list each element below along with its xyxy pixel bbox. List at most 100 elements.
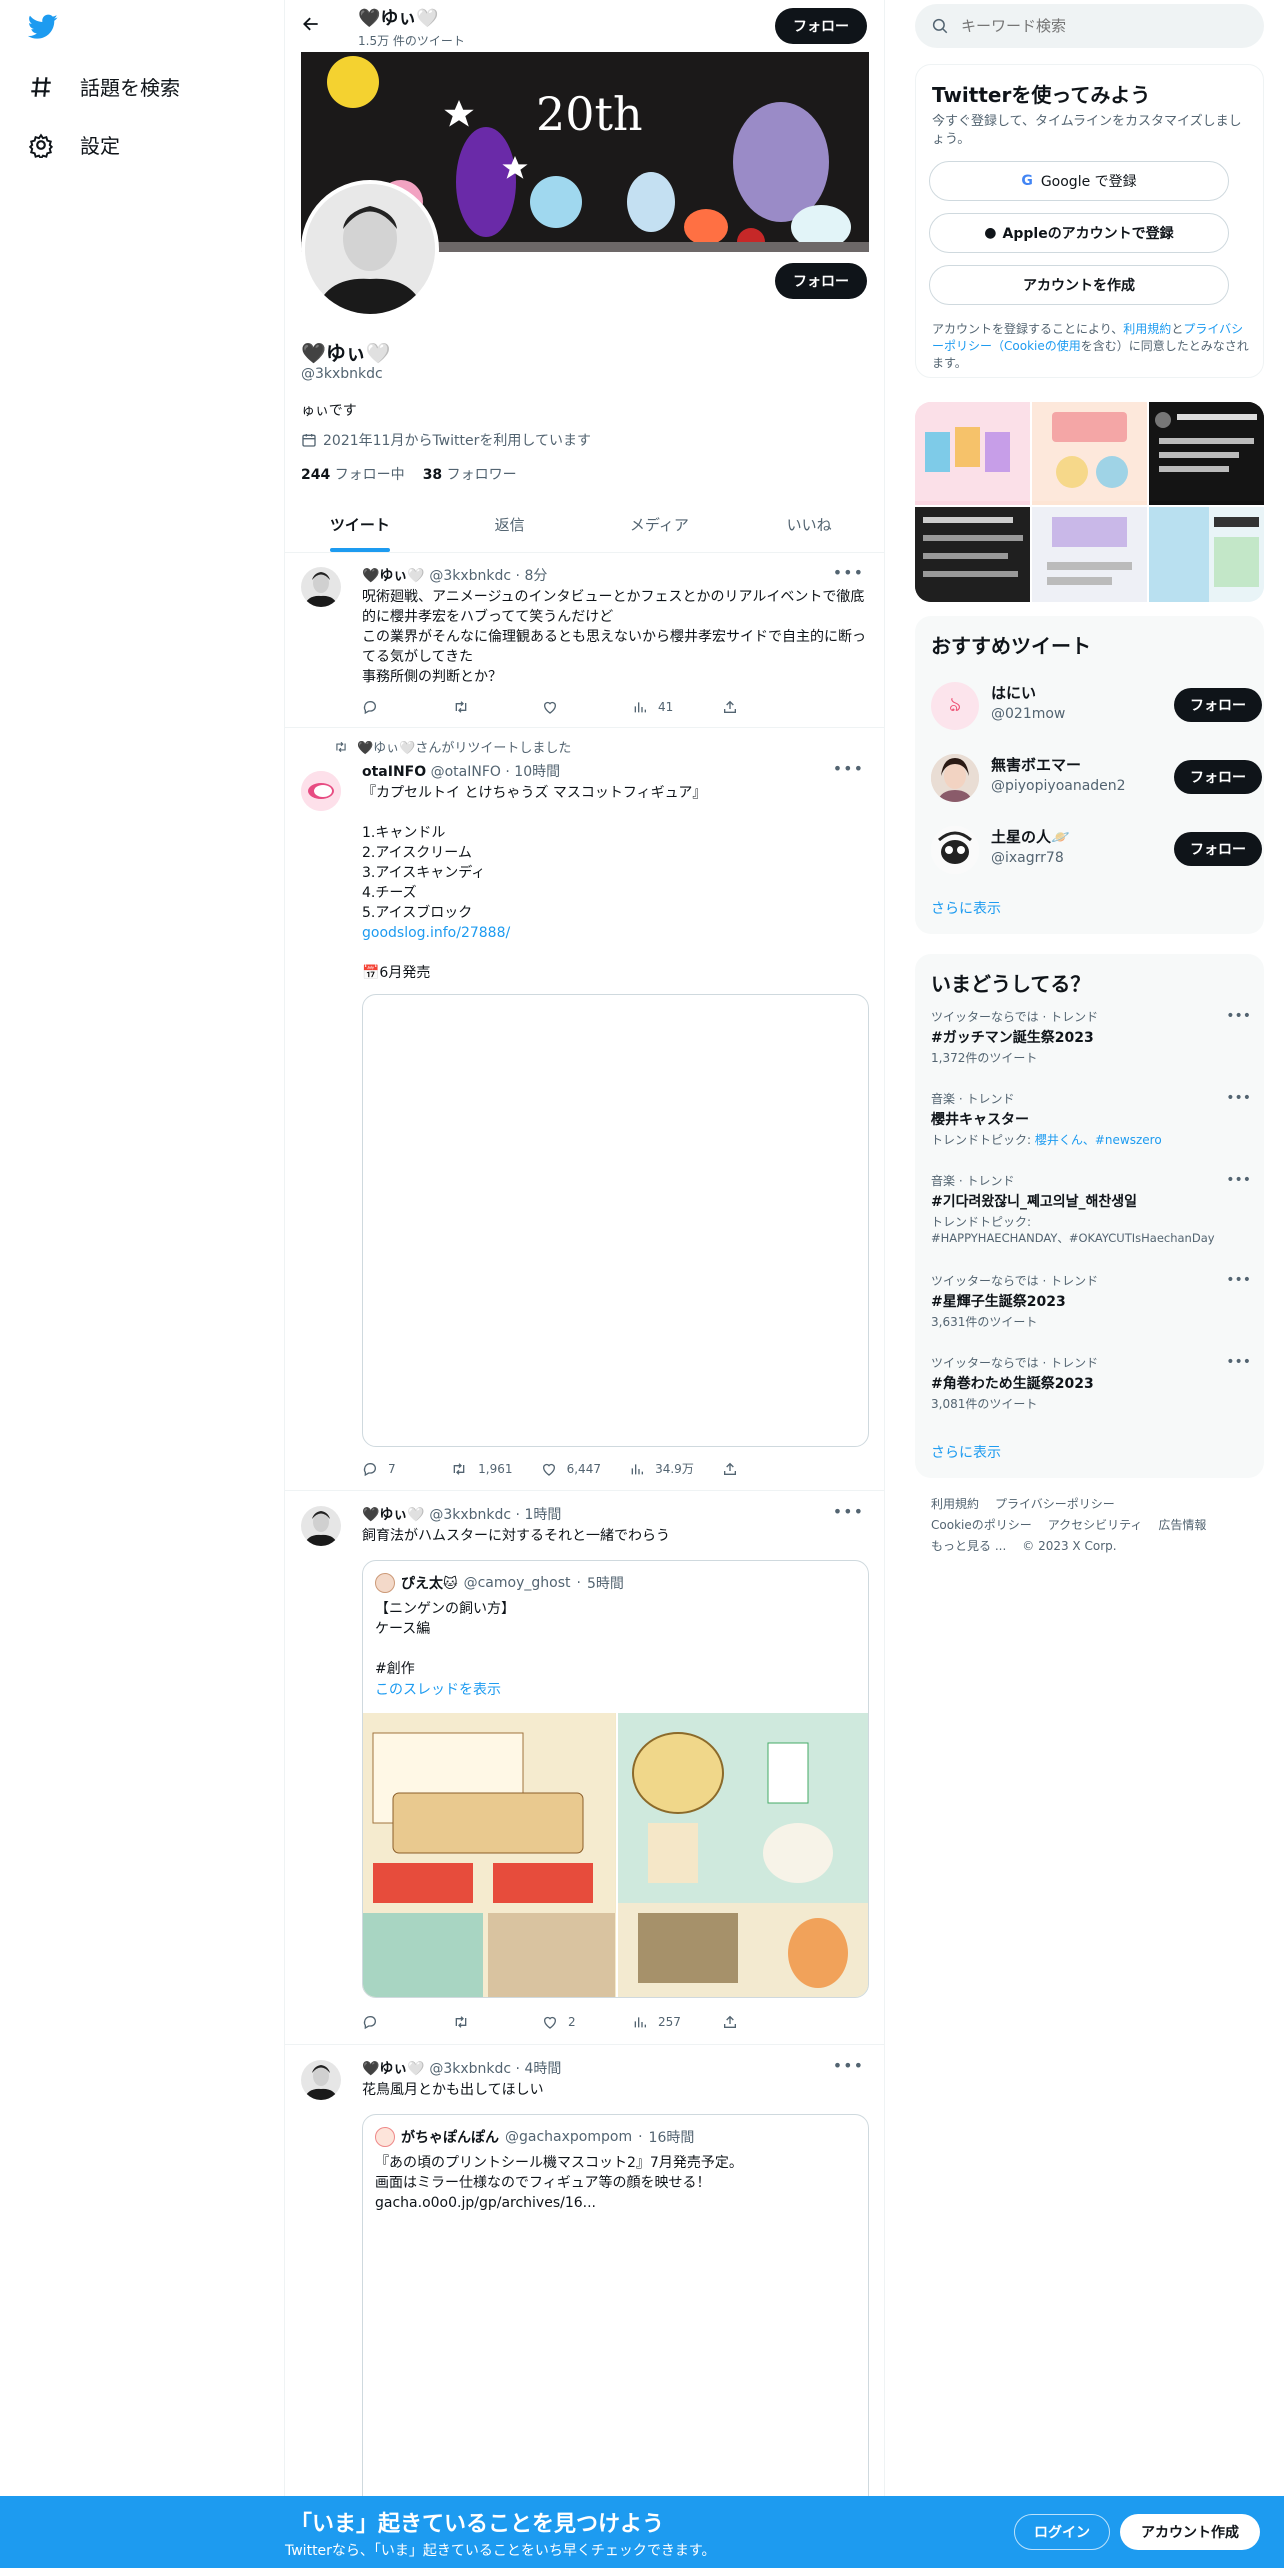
tweet-author-name[interactable]: 🖤ゆぃ🤍 <box>362 568 425 584</box>
login-button[interactable]: ログイン <box>1014 2514 1110 2550</box>
twitter-logo-icon[interactable] <box>27 14 58 44</box>
tab-replies[interactable]: 返信 <box>435 499 585 552</box>
trend-topic-link[interactable]: 櫻井くん、#newszero <box>1035 1133 1162 1147</box>
like-button[interactable]: 6,447 <box>541 1460 601 1477</box>
tweet-time[interactable]: 8分 <box>524 568 547 584</box>
more-options-icon[interactable]: ••• <box>833 2056 864 2075</box>
tweet[interactable]: 🖤ゆぃ🤍 @3kxbnkdc · 1時間 ••• 飼育法がハムスターに対するそれ… <box>285 1492 884 2045</box>
tweet[interactable]: 🖤ゆぃ🤍 @3kxbnkdc · 8分 ••• 呪術廻戦、アニメージュのインタビ… <box>285 553 884 728</box>
show-thread-link[interactable]: このスレッドを表示 <box>375 1679 501 1699</box>
tab-media[interactable]: メディア <box>585 499 735 552</box>
trend-item[interactable]: ツイッターならでは · トレンド #角巻わため生誕祭2023 3,081件のツイ… <box>931 1354 1251 1412</box>
like-button[interactable]: 2 <box>542 2014 602 2030</box>
apple-signup-button[interactable]: ● Appleのアカウントで登録 <box>929 213 1229 253</box>
quoted-tweet[interactable]: ぴえ太🐱 @camoy_ghost · 5時間 【ニンゲンの飼い方】 ケース編 #… <box>362 1560 869 1998</box>
tweet-author-handle[interactable]: @otaINFO <box>431 764 501 780</box>
tweet-avatar[interactable] <box>301 567 341 607</box>
trend-item[interactable]: 音楽 · トレンド 櫻井キャスター トレンドトピック: 櫻井くん、#newsze… <box>931 1090 1251 1148</box>
trend-item[interactable]: ツイッターならでは · トレンド #星輝子生誕祭2023 3,631件のツイート… <box>931 1272 1251 1330</box>
trend-more-icon[interactable]: ••• <box>1226 1090 1251 1106</box>
tweet-avatar[interactable] <box>301 1506 341 1546</box>
reply-button[interactable]: 7 <box>362 1460 422 1477</box>
signup-button[interactable]: アカウント作成 <box>1120 2514 1260 2550</box>
tweet[interactable]: 🖤ゆぃ🤍さんがリツイートしました otaINFO @otaINFO · 10時間… <box>285 729 884 1491</box>
followers-link[interactable]: 38 フォロワー <box>423 464 517 484</box>
recommended-follow-button[interactable]: フォロー <box>1174 760 1262 794</box>
footer-link[interactable]: もっと見る ... <box>931 1536 1006 1557</box>
tweet-author-name[interactable]: otaINFO <box>362 764 426 780</box>
quoted-image-1[interactable] <box>363 1713 616 1997</box>
reply-button[interactable] <box>362 2014 422 2030</box>
create-account-button[interactable]: アカウントを作成 <box>929 265 1229 305</box>
views-button[interactable]: 34.9万 <box>629 1460 694 1477</box>
like-button[interactable] <box>542 699 602 715</box>
retweet-button[interactable] <box>452 699 512 715</box>
following-link[interactable]: 244 フォロー中 <box>301 464 405 484</box>
media-thumb[interactable] <box>1149 507 1264 602</box>
search-input[interactable] <box>961 17 1241 35</box>
share-button[interactable] <box>722 2014 782 2030</box>
more-options-icon[interactable]: ••• <box>833 759 864 778</box>
footer-link[interactable]: アクセシビリティ <box>1048 1515 1143 1536</box>
retweet-button[interactable] <box>452 2014 512 2030</box>
footer-link[interactable]: 利用規約 <box>931 1494 979 1515</box>
tweet-media[interactable] <box>362 994 869 1447</box>
media-thumb[interactable] <box>1149 402 1264 505</box>
terms-link[interactable]: 利用規約 <box>1123 322 1171 336</box>
recommended-follow-button[interactable]: フォロー <box>1174 832 1262 866</box>
share-button[interactable] <box>722 699 782 715</box>
tweet-time[interactable]: 1時間 <box>524 1507 561 1523</box>
more-options-icon[interactable]: ••• <box>833 563 864 582</box>
views-button[interactable]: 41 <box>632 699 692 715</box>
quoted-images[interactable] <box>363 1713 868 1997</box>
footer-link[interactable]: 広告情報 <box>1158 1515 1206 1536</box>
share-button[interactable] <box>722 1460 782 1477</box>
nav-settings[interactable]: 設定 <box>28 130 120 159</box>
header-follow-button[interactable]: フォロー <box>775 8 867 44</box>
trend-more-icon[interactable]: ••• <box>1226 1354 1251 1370</box>
tab-likes[interactable]: いいね <box>734 499 884 552</box>
trend-more-icon[interactable]: ••• <box>1226 1272 1251 1288</box>
profile-avatar[interactable] <box>301 180 439 318</box>
trend-topic-link[interactable]: #HAPPYHAECHANDAY、#OKAYCUTIsHaechanDay <box>931 1230 1251 1246</box>
trend-more-icon[interactable]: ••• <box>1226 1008 1251 1024</box>
more-options-icon[interactable]: ••• <box>833 1502 864 1521</box>
footer-link[interactable]: Cookieのポリシー <box>931 1515 1032 1536</box>
tweet-author-handle[interactable]: @3kxbnkdc <box>429 2061 511 2077</box>
tweet[interactable]: 🖤ゆぃ🤍 @3kxbnkdc · 4時間 ••• 花鳥風月とかも出してほしい が… <box>285 2046 884 2514</box>
footer-link[interactable]: プライバシーポリシー <box>995 1494 1115 1515</box>
recommended-user[interactable]: 土星の人🪐 @ixagrr78 フォロー <box>931 820 1262 876</box>
reply-button[interactable] <box>362 699 422 715</box>
search-box[interactable] <box>915 4 1264 48</box>
tweet-author-handle[interactable]: @3kxbnkdc <box>429 1507 511 1523</box>
recommended-follow-button[interactable]: フォロー <box>1174 688 1262 722</box>
views-button[interactable]: 257 <box>632 2014 692 2030</box>
media-thumb[interactable] <box>1032 402 1147 505</box>
tweet-link[interactable]: goodslog.info/27888/ <box>362 923 872 943</box>
tab-tweets[interactable]: ツイート <box>285 499 435 552</box>
recommended-show-more[interactable]: さらに表示 <box>931 898 1001 918</box>
recommended-user[interactable]: ঌ はにい @021mow フォロー <box>931 676 1262 732</box>
quoted-tweet[interactable]: がちゃぽんぽん @gachaxpompom · 16時間 『あの頃のプリントシール… <box>362 2114 869 2514</box>
tweet-time[interactable]: 10時間 <box>514 764 560 780</box>
tweet-author-handle[interactable]: @3kxbnkdc <box>429 568 511 584</box>
trend-more-icon[interactable]: ••• <box>1226 1172 1251 1188</box>
recommended-user[interactable]: 無害ボエマー @piyopiyoanaden2 フォロー <box>931 748 1262 804</box>
tweet-avatar[interactable] <box>301 2060 341 2100</box>
retweet-button[interactable]: 1,961 <box>450 1460 512 1477</box>
google-signup-button[interactable]: G Google で登録 <box>929 161 1229 201</box>
media-thumb[interactable] <box>1032 507 1147 602</box>
retweeted-by[interactable]: 🖤ゆぃ🤍さんがリツイートしました <box>357 737 571 756</box>
quoted-image-2[interactable] <box>617 1713 868 1997</box>
tweet-author-name[interactable]: 🖤ゆぃ🤍 <box>362 2061 425 2077</box>
trend-item[interactable]: 音楽 · トレンド #기다려왔잖니_쪠고의날_해찬생일 トレンドトピック: #H… <box>931 1172 1251 1246</box>
tweet-time[interactable]: 4時間 <box>524 2061 561 2077</box>
back-arrow-icon[interactable] <box>301 14 321 38</box>
media-thumb[interactable] <box>915 507 1030 602</box>
trend-item[interactable]: ツイッターならでは · トレンド #ガッチマン誕生祭2023 1,372件のツイ… <box>931 1008 1251 1066</box>
tweet-author-name[interactable]: 🖤ゆぃ🤍 <box>362 1507 425 1523</box>
tweet-avatar[interactable] <box>301 771 341 811</box>
trends-show-more[interactable]: さらに表示 <box>931 1442 1001 1462</box>
media-thumb[interactable] <box>915 402 1030 505</box>
profile-follow-button[interactable]: フォロー <box>775 263 867 299</box>
